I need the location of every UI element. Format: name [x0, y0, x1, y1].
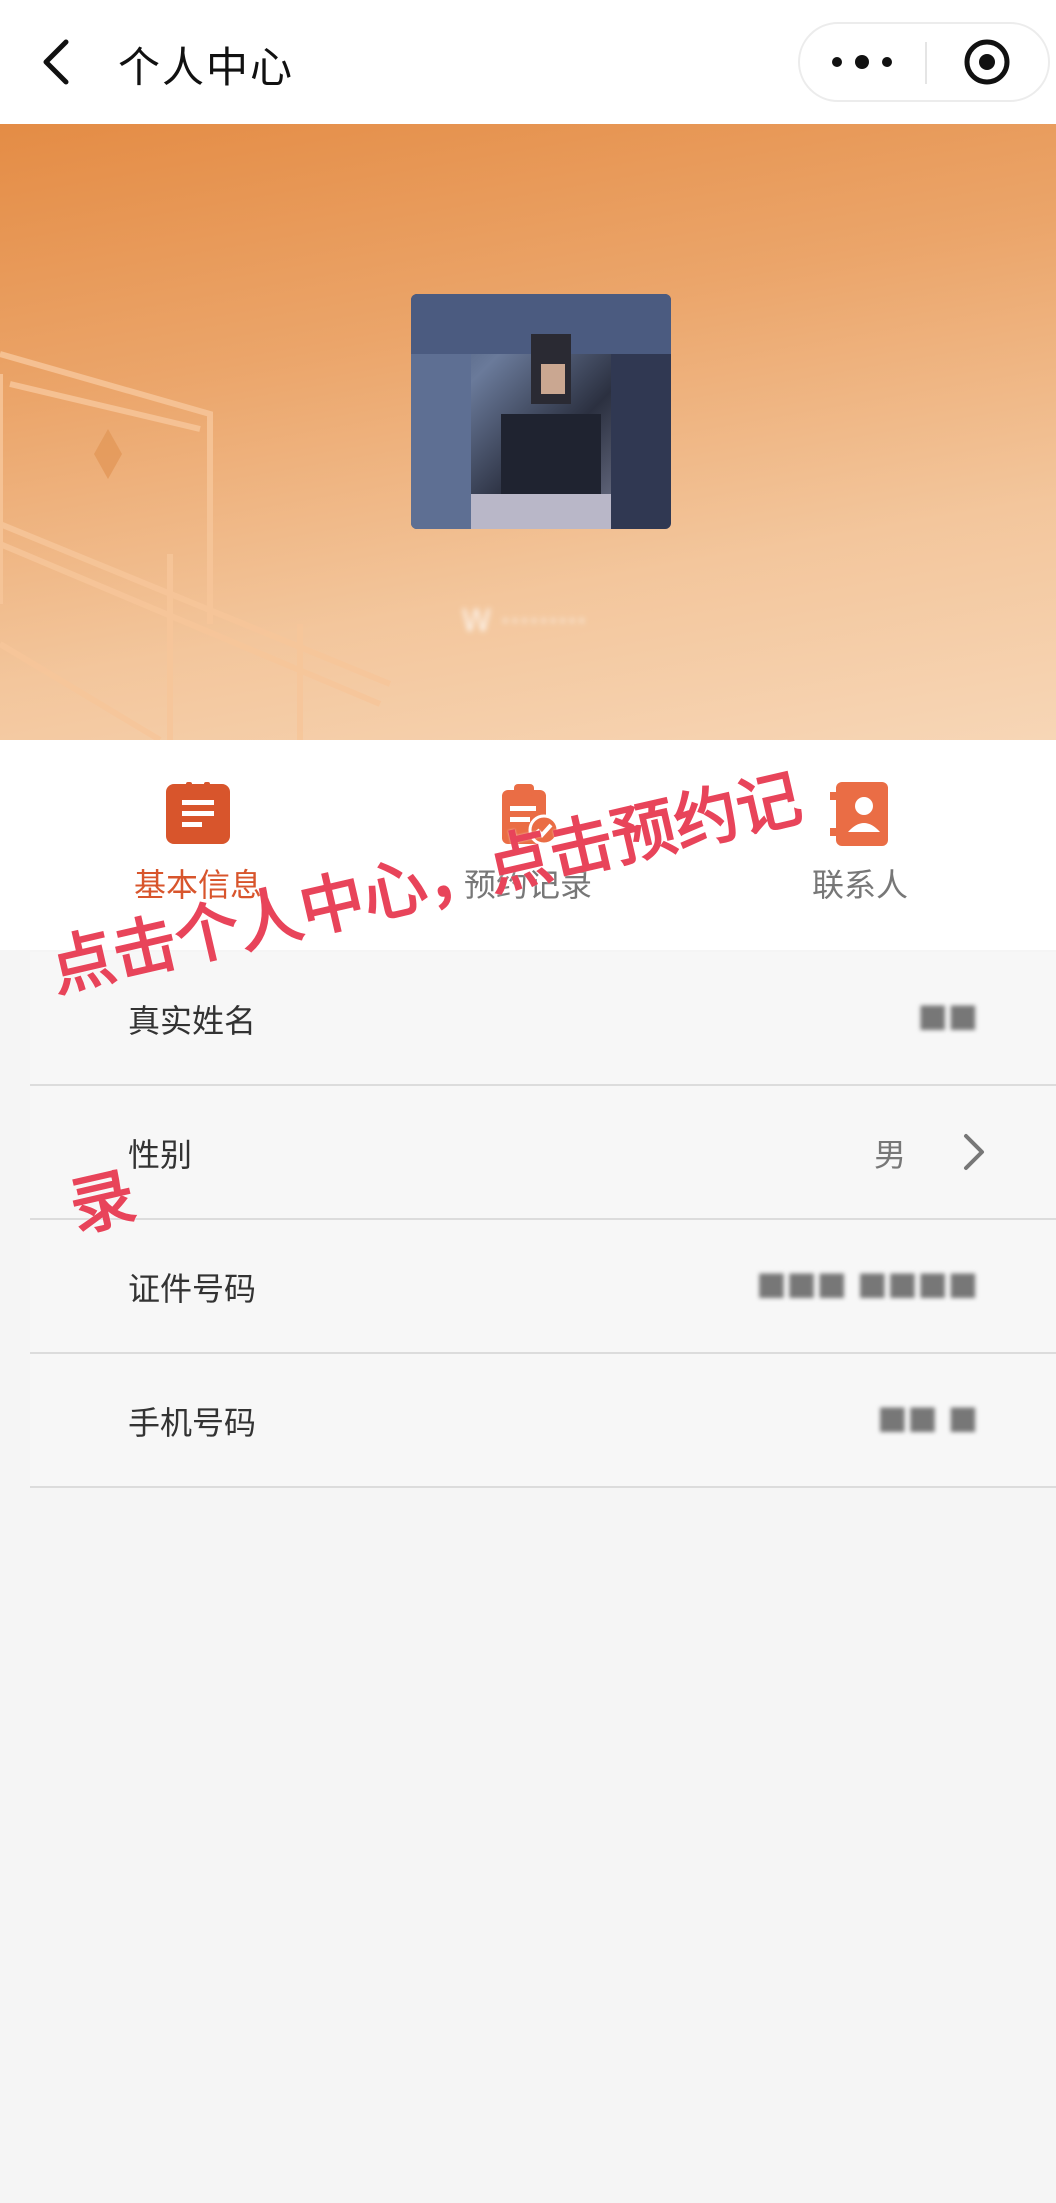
nav-bar: 个人中心: [0, 0, 1056, 124]
gender-row[interactable]: 性别 男: [30, 1086, 1056, 1220]
contact-book-icon: [826, 780, 894, 848]
basic-info-list: 真实姓名 ■■ 性别 男 证件号码 ■■■ ■■■■ 手机号码 ■■ ■: [0, 952, 1056, 1488]
chevron-left-icon: [43, 39, 69, 85]
close-mini-program-button[interactable]: [927, 24, 1048, 100]
id-card-icon: [164, 780, 232, 848]
phone-number-row[interactable]: 手机号码 ■■ ■: [30, 1354, 1056, 1488]
phone-number-label: 手机号码: [128, 1404, 257, 1442]
phone-number-value: ■■ ■: [877, 1398, 978, 1436]
tab-basic-info-label: 基本信息: [133, 866, 262, 904]
chevron-right-icon: [964, 1134, 984, 1170]
profile-tabs: 基本信息 预约记录 联系人: [0, 740, 1056, 950]
more-dots-icon: [832, 55, 892, 69]
page-title: 个人中心: [118, 43, 295, 92]
tab-appointment-records-label: 预约记录: [463, 866, 592, 904]
id-number-label: 证件号码: [128, 1270, 257, 1308]
more-button[interactable]: [800, 24, 925, 100]
gender-value: 男: [873, 1136, 906, 1174]
mini-program-capsule: [798, 22, 1050, 102]
real-name-row[interactable]: 真实姓名 ■■: [30, 952, 1056, 1086]
back-button[interactable]: [36, 36, 76, 88]
gender-label: 性别: [128, 1136, 193, 1174]
tab-basic-info[interactable]: 基本信息: [22, 740, 374, 950]
id-number-row[interactable]: 证件号码 ■■■ ■■■■: [30, 1220, 1056, 1354]
avatar[interactable]: [411, 294, 671, 529]
clipboard-check-icon: [494, 780, 562, 848]
real-name-value: ■■: [917, 996, 978, 1034]
profile-banner: W ·········: [0, 124, 1056, 740]
tab-appointment-records[interactable]: 预约记录: [352, 740, 704, 950]
tab-contacts-label: 联系人: [811, 866, 908, 904]
real-name-label: 真实姓名: [128, 1002, 257, 1040]
id-number-value: ■■■ ■■■■: [756, 1264, 978, 1302]
user-nickname: W ·········: [461, 604, 587, 639]
target-icon: [964, 39, 1010, 85]
tab-contacts[interactable]: 联系人: [684, 740, 1036, 950]
